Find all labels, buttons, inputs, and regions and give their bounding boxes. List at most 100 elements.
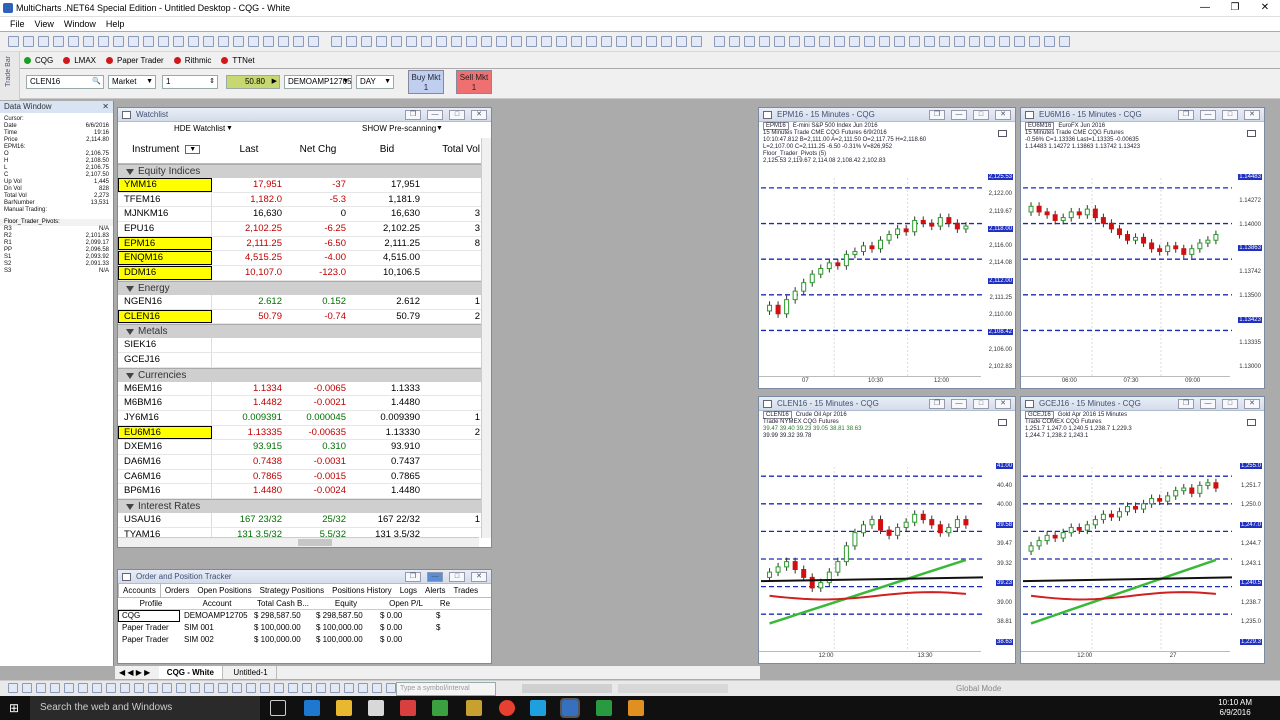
buy-market-button[interactable]: Buy Mkt 1 [408, 70, 444, 94]
sell-market-button[interactable]: Sell Mkt 1 [456, 70, 492, 94]
restore-icon[interactable]: ❐ [1178, 110, 1194, 120]
connection-ttnet[interactable]: TTNet [221, 52, 255, 68]
toolbar-tool-icon[interactable] [38, 36, 49, 47]
drawing-tool-icon[interactable] [344, 683, 354, 693]
drawing-tool-icon[interactable] [204, 683, 214, 693]
watchlist-group-equity-indices[interactable]: Equity Indices [118, 164, 482, 178]
toolbar-tool-icon[interactable] [1059, 36, 1070, 47]
table-row[interactable]: Paper Trader SIM 001 $ 100,000.00 $ 100,000… [118, 622, 491, 634]
toolbar-tool-icon[interactable] [361, 36, 372, 47]
minimize-icon[interactable]: — [427, 110, 443, 120]
table-row[interactable]: CQG DEMOAMP12705 $ 298,587.50 $ 298,587.50 $… [118, 610, 491, 622]
table-row[interactable]: EPM16 2,111.25 -6.50 2,111.25 8 [118, 236, 482, 252]
toolbar-tool-icon[interactable] [541, 36, 552, 47]
opt-tab-strategy-positions[interactable]: Strategy Positions [256, 584, 328, 597]
column-header-total-vol[interactable]: Total Vol [424, 144, 482, 155]
table-row[interactable]: CLEN16 50.79 -0.74 50.79 2 [118, 309, 482, 325]
toolbar-tool-icon[interactable] [263, 36, 274, 47]
toolbar-tool-icon[interactable] [346, 36, 357, 47]
drawing-tool-icon[interactable] [316, 683, 326, 693]
status-field[interactable] [618, 684, 728, 693]
toolbar-tool-icon[interactable] [556, 36, 567, 47]
instrument-cell[interactable]: TYAM16 [118, 527, 212, 537]
chart-settings-icon[interactable] [1247, 419, 1256, 426]
windows-start-icon[interactable]: ⊞ [9, 701, 19, 715]
toolbar-tool-icon[interactable] [233, 36, 244, 47]
toolbar-tool-icon[interactable] [924, 36, 935, 47]
tif-select[interactable]: DAY ▼ [356, 75, 394, 89]
toolbar-tool-icon[interactable] [98, 36, 109, 47]
toolbar-tool-icon[interactable] [143, 36, 154, 47]
drawing-tool-icon[interactable] [78, 683, 88, 693]
toolbar-tool-icon[interactable] [376, 36, 387, 47]
drawing-tool-icon[interactable] [358, 683, 368, 693]
column-header-instrument[interactable]: Instrument ▼ [118, 144, 212, 155]
opt-column-header[interactable]: Total Cash B... [250, 598, 312, 609]
opt-tab-accounts[interactable]: Accounts [118, 584, 161, 597]
toolbar-tool-icon[interactable] [526, 36, 537, 47]
maximize-icon[interactable]: □ [449, 110, 465, 120]
drawing-tool-icon[interactable] [50, 683, 60, 693]
table-row[interactable]: CA6M16 0.7865 -0.0015 0.7865 [118, 469, 482, 485]
toolbar-tool-icon[interactable] [248, 36, 259, 47]
multicharts-icon[interactable] [560, 698, 580, 718]
restore-icon[interactable]: ❐ [1178, 399, 1194, 409]
toolbar-tool-icon[interactable] [1014, 36, 1025, 47]
drawing-tool-icon[interactable] [148, 683, 158, 693]
chart-settings-icon[interactable] [998, 419, 1007, 426]
table-row[interactable]: Paper Trader SIM 002 $ 100,000.00 $ 100,000… [118, 634, 491, 646]
instrument-cell[interactable]: CA6M16 [118, 469, 212, 484]
toolbar-tool-icon[interactable] [571, 36, 582, 47]
close-button[interactable]: ✕ [1250, 0, 1280, 16]
toolbar-tool-icon[interactable] [128, 36, 139, 47]
horizontal-scrollbar[interactable] [118, 537, 479, 547]
toolbar-tool-icon[interactable] [804, 36, 815, 47]
instrument-cell[interactable]: CLEN16 [118, 309, 212, 324]
store-icon[interactable] [368, 700, 384, 716]
toolbar-tool-icon[interactable] [789, 36, 800, 47]
vertical-scrollbar[interactable] [481, 138, 491, 538]
opt-tab-trades[interactable]: Trades [450, 584, 483, 597]
column-header-last[interactable]: Last [212, 144, 286, 155]
toolbar-tool-icon[interactable] [984, 36, 995, 47]
toolbar-tool-icon[interactable] [894, 36, 905, 47]
menu-view[interactable]: View [35, 17, 54, 31]
drawing-tool-icon[interactable] [274, 683, 284, 693]
chevron-down-icon[interactable]: ▼ [436, 122, 443, 136]
toolbar-tool-icon[interactable] [83, 36, 94, 47]
toolbar-tool-icon[interactable] [616, 36, 627, 47]
price-field[interactable]: 50.80 ▶ [226, 75, 280, 89]
column-header-bid[interactable]: Bid [350, 144, 424, 155]
toolbar-tool-icon[interactable] [406, 36, 417, 47]
drawing-tool-icon[interactable] [330, 683, 340, 693]
excel-icon[interactable] [432, 700, 448, 716]
chart-settings-icon[interactable] [998, 130, 1007, 137]
skype-icon[interactable] [530, 700, 546, 716]
restore-icon[interactable]: ❐ [405, 110, 421, 120]
toolbar-tool-icon[interactable] [954, 36, 965, 47]
column-header-net-chg[interactable]: Net Chg [286, 144, 350, 155]
connection-lmax[interactable]: LMAX [63, 52, 96, 68]
drawing-tool-icon[interactable] [64, 683, 74, 693]
minimize-icon[interactable]: — [1200, 399, 1216, 409]
maximize-icon[interactable]: □ [1222, 110, 1238, 120]
table-row[interactable]: NGEN16 2.612 0.152 2.612 1 [118, 294, 482, 310]
drawing-tool-icon[interactable] [386, 683, 396, 693]
instrument-cell[interactable]: EU6M16 [118, 425, 212, 440]
watchlist-group-interest-rates[interactable]: Interest Rates [118, 499, 482, 514]
toolbar-tool-icon[interactable] [481, 36, 492, 47]
toolbar-tool-icon[interactable] [729, 36, 740, 47]
opt-column-header[interactable]: Open P/L [376, 598, 432, 609]
table-row[interactable]: USAU16 167 23/32 25/32 167 22/32 1 [118, 513, 482, 528]
toolbar-tool-icon[interactable] [1029, 36, 1040, 47]
instrument-cell[interactable]: TFEM16 [118, 192, 212, 207]
drawing-tool-icon[interactable] [134, 683, 144, 693]
opt-column-header[interactable]: Equity [312, 598, 376, 609]
table-row[interactable]: JY6M16 0.009391 0.000045 0.009390 1 [118, 410, 482, 426]
symbol-input[interactable]: CLEN16 🔍 [26, 75, 104, 89]
drawing-tool-icon[interactable] [22, 683, 32, 693]
restore-icon[interactable]: ❐ [405, 572, 421, 582]
opt-tab-open-positions[interactable]: Open Positions [193, 584, 255, 597]
symbol-interval-input[interactable]: Type a symbol/interval [396, 682, 496, 696]
table-row[interactable]: EPU16 2,102.25 -6.25 2,102.25 3 [118, 222, 482, 237]
